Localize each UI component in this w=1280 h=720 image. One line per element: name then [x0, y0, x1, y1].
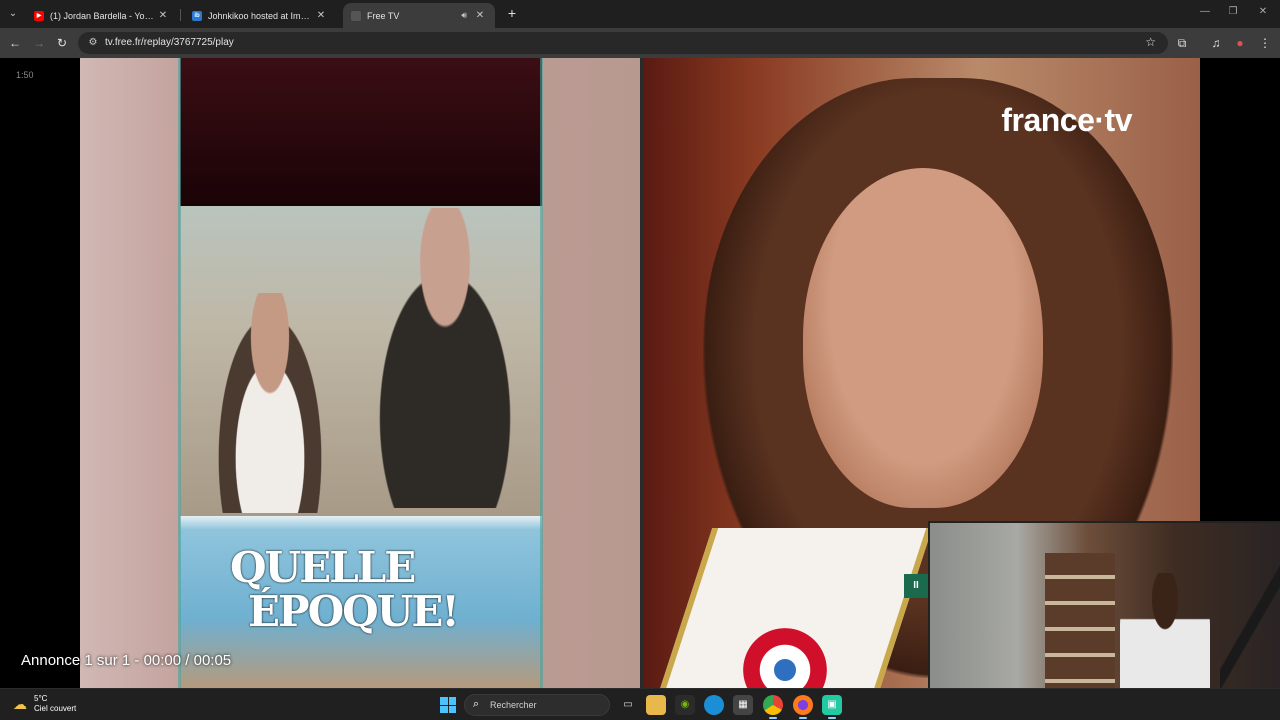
tab-freetv[interactable]: Free TV 🔊︎ ✕ — [343, 3, 495, 28]
person-silhouette — [210, 293, 330, 513]
chrome-icon[interactable] — [763, 695, 783, 719]
back-button[interactable]: ← — [6, 34, 24, 52]
address-bar[interactable]: ⚙ tv.free.fr/replay/3767725/play ☆ — [78, 32, 1168, 54]
face-shape — [803, 168, 1043, 508]
nvidia-icon[interactable]: ◉ — [675, 695, 695, 715]
windows-start-icon[interactable] — [440, 697, 456, 713]
page-content: 1:50 QUELLE ÉPOQUE! france·tv Annonce 1 … — [0, 58, 1280, 688]
new-tab-button[interactable]: + — [505, 5, 519, 21]
imgbb-icon: ib — [192, 10, 202, 21]
ad-counter-label: Annonce 1 sur 1 - 00:00 / 00:05 — [21, 652, 232, 669]
file-explorer-icon[interactable] — [646, 695, 666, 715]
edge-icon[interactable] — [704, 695, 724, 715]
restore-icon[interactable]: ❐ — [1226, 6, 1240, 17]
search-icon: ⌕ — [473, 698, 480, 710]
tab-youtube[interactable]: ▶ (1) Jordan Bardella - YouTube ✕ — [26, 3, 178, 28]
frame-edge — [178, 58, 181, 688]
close-window-icon[interactable]: ✕ — [1256, 6, 1270, 17]
mic-arm — [1220, 563, 1280, 688]
show-logo-line2: ÉPOQUE! — [248, 587, 460, 636]
task-view-icon[interactable]: ▭ — [618, 695, 638, 715]
speaker-icon[interactable]: 🔊︎ — [461, 10, 467, 21]
weather-desc: Ciel couvert — [34, 704, 77, 713]
person-silhouette — [350, 208, 540, 508]
weather-temp: 5°C — [34, 694, 48, 703]
weather-widget[interactable]: ☁ 5°C Ciel couvert — [10, 694, 76, 714]
search-placeholder: Rechercher — [490, 700, 537, 710]
firefox-icon[interactable] — [793, 695, 813, 719]
bookmark-star-icon[interactable]: ☆ — [1145, 35, 1156, 49]
youtube-icon: ▶ — [34, 10, 44, 21]
media-controls-icon[interactable]: ♫ — [1207, 34, 1225, 52]
profile-avatar-icon[interactable]: ● — [1231, 34, 1249, 52]
tab-title: Johnkikoo hosted at ImgBB — I — [208, 10, 314, 21]
tab-close-icon[interactable]: ✕ — [314, 10, 328, 21]
streamer-silhouette — [1120, 573, 1210, 688]
frame-edge — [540, 58, 543, 688]
weather-text: 5°C Ciel couvert — [34, 694, 76, 714]
webcam-overlay — [928, 521, 1280, 688]
taskbar-search[interactable]: ⌕ Rechercher — [464, 694, 610, 716]
minimize-icon[interactable]: — — [1198, 6, 1212, 17]
show-logo: QUELLE ÉPOQUE! — [230, 543, 460, 636]
tab-close-icon[interactable]: ✕ — [473, 10, 487, 21]
freetv-icon — [351, 10, 361, 21]
tab-strip: ⌄ ▶ (1) Jordan Bardella - YouTube ✕ ib J… — [0, 0, 1280, 28]
extensions-icon[interactable]: ⧉ — [1173, 34, 1191, 52]
tab-close-icon[interactable]: ✕ — [156, 10, 170, 21]
store-icon[interactable]: ▦ — [733, 695, 753, 715]
tab-title: Free TV — [367, 10, 400, 21]
bookshelf — [1045, 553, 1115, 688]
channel-logo: france·tv — [1001, 102, 1132, 138]
menu-kebab-icon[interactable]: ⋮ — [1256, 34, 1274, 52]
app-icon[interactable]: ▣ — [822, 695, 842, 719]
tab-title: (1) Jordan Bardella - YouTube — [50, 10, 156, 21]
cloud-sun-icon: ☁ — [13, 696, 27, 712]
tab-divider — [180, 9, 181, 21]
url-text: tv.free.fr/replay/3767725/play — [105, 37, 234, 48]
tab-imgbb[interactable]: ib Johnkikoo hosted at ImgBB — I ✕ — [184, 3, 336, 28]
tab-search-chevron-icon[interactable]: ⌄ — [4, 4, 22, 22]
small-timestamp: 1:50 — [16, 70, 34, 80]
forward-button[interactable]: → — [30, 34, 48, 52]
show-logo-line1: QUELLE — [230, 543, 416, 592]
overlay-badge: II — [904, 574, 928, 598]
dark-backdrop — [180, 58, 542, 206]
site-settings-icon[interactable]: ⚙ — [86, 36, 100, 50]
reload-button[interactable]: ↻ — [53, 34, 71, 52]
browser-toolbar: ← → ↻ ⚙ tv.free.fr/replay/3767725/play ☆… — [0, 28, 1280, 58]
windows-taskbar: ☁ 5°C Ciel couvert ⌕ Rechercher ▭ ◉ ▦ ▣ — [0, 688, 1280, 720]
